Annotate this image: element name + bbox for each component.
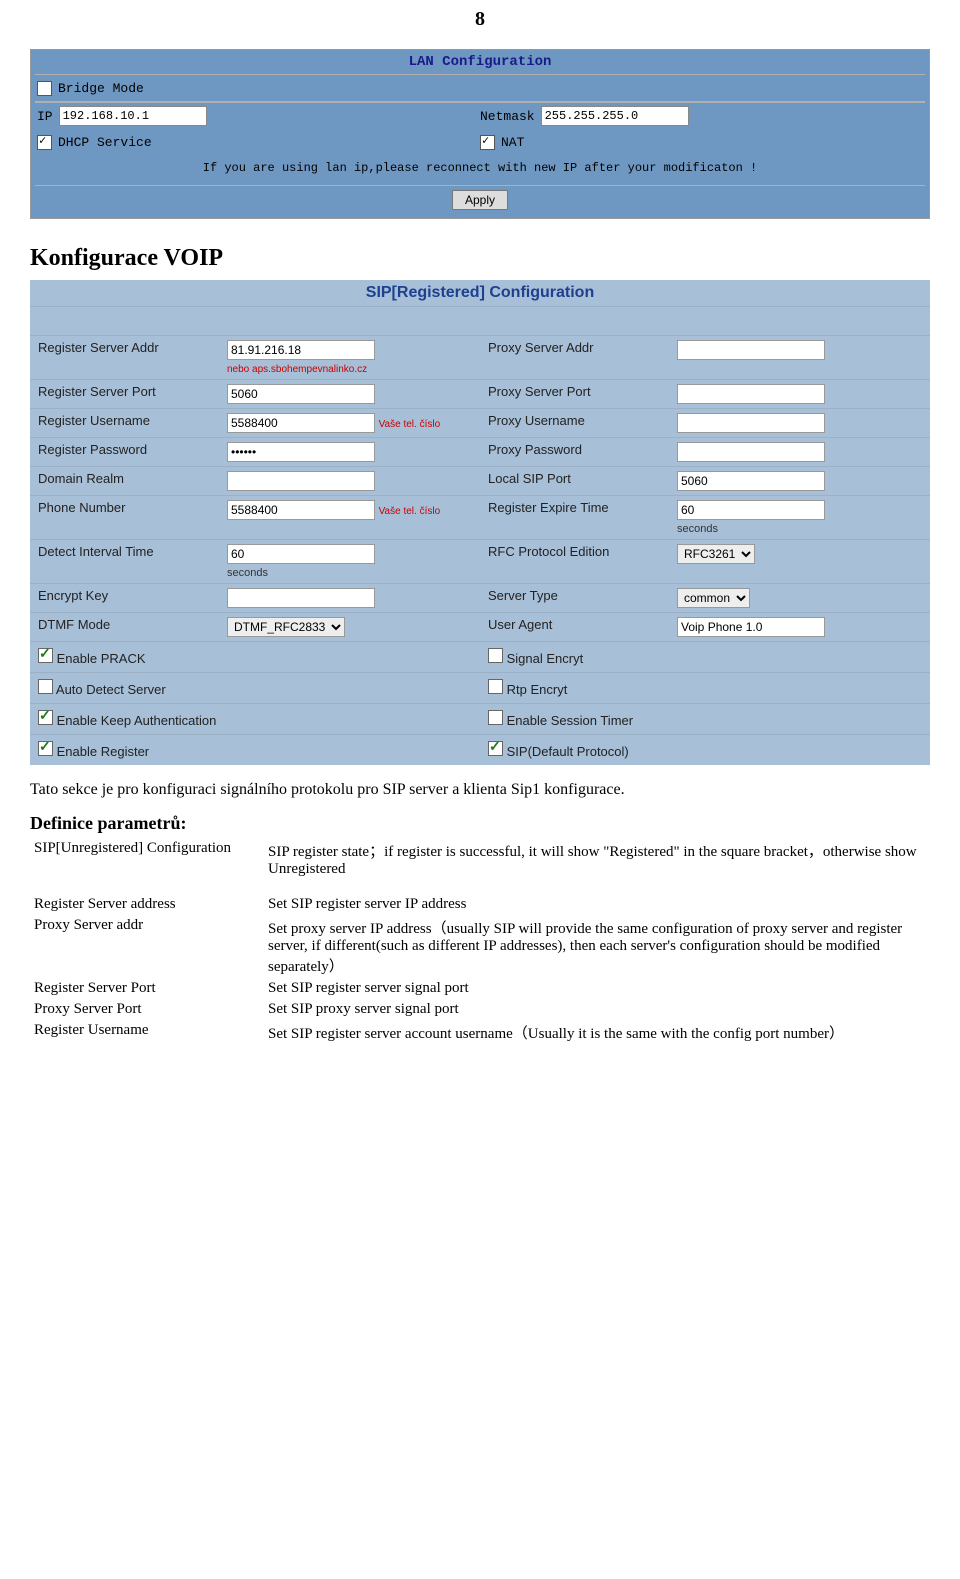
definitions-heading: Definice parametrů: bbox=[30, 813, 930, 834]
def-key: Proxy Server Port bbox=[30, 999, 264, 1020]
reg-pass-input[interactable] bbox=[227, 442, 375, 462]
proxy-pass-input[interactable] bbox=[677, 442, 825, 462]
def-key: Register Server Port bbox=[30, 978, 264, 999]
bridge-mode-checkbox[interactable] bbox=[37, 81, 52, 96]
def-key: Register Username bbox=[30, 1020, 264, 1045]
seconds-label2: seconds bbox=[227, 567, 268, 579]
sip-config-panel: SIP[Registered] Configuration Register S… bbox=[30, 280, 930, 765]
dhcp-label: DHCP Service bbox=[58, 135, 152, 150]
expire-label: Register Expire Time bbox=[480, 496, 669, 540]
def-key: SIP[Unregistered] Configuration bbox=[30, 838, 264, 880]
voip-heading: Konfigurace VOIP bbox=[30, 245, 930, 272]
localsip-input[interactable] bbox=[677, 471, 825, 491]
keep-auth-checkbox[interactable] bbox=[38, 710, 53, 725]
page-number: 8 bbox=[30, 8, 930, 31]
detect-input[interactable] bbox=[227, 544, 375, 564]
proxy-addr-input[interactable] bbox=[677, 340, 825, 360]
reg-user-label: Register Username bbox=[30, 409, 219, 438]
proxy-user-input[interactable] bbox=[677, 413, 825, 433]
ua-label: User Agent bbox=[480, 613, 669, 642]
phone-label: Phone Number bbox=[30, 496, 219, 540]
ip-label: IP bbox=[37, 109, 53, 124]
enable-register-checkbox[interactable] bbox=[38, 741, 53, 756]
auto-detect-checkbox[interactable] bbox=[38, 679, 53, 694]
servertype-label: Server Type bbox=[480, 584, 669, 613]
lan-config-panel: LAN Configuration Bridge Mode IP Netmask… bbox=[30, 49, 930, 219]
rfc-select[interactable]: RFC3261 bbox=[677, 544, 755, 564]
sip-title: SIP[Registered] Configuration bbox=[30, 280, 930, 306]
sip-default-checkbox[interactable] bbox=[488, 741, 503, 756]
signal-encrypt-checkbox[interactable] bbox=[488, 648, 503, 663]
def-val: Set SIP proxy server signal port bbox=[264, 999, 930, 1020]
reg-pass-label: Register Password bbox=[30, 438, 219, 467]
rfc-label: RFC Protocol Edition bbox=[480, 540, 669, 584]
def-val: Set proxy server IP address（usually SIP … bbox=[264, 915, 930, 978]
ip-input[interactable] bbox=[59, 106, 207, 126]
bridge-mode-label: Bridge Mode bbox=[58, 81, 144, 96]
def-val: Set SIP register server signal port bbox=[264, 978, 930, 999]
dtmf-label: DTMF Mode bbox=[30, 613, 219, 642]
enable-prack-checkbox[interactable] bbox=[38, 648, 53, 663]
rtp-encrypt-checkbox[interactable] bbox=[488, 679, 503, 694]
proxy-port-input[interactable] bbox=[677, 384, 825, 404]
expire-input[interactable] bbox=[677, 500, 825, 520]
netmask-label: Netmask bbox=[480, 109, 535, 124]
encrypt-input[interactable] bbox=[227, 588, 375, 608]
dhcp-checkbox[interactable]: ✓ bbox=[37, 135, 52, 150]
netmask-input[interactable] bbox=[541, 106, 689, 126]
sip-default-label: SIP(Default Protocol) bbox=[507, 744, 629, 759]
reg-port-input[interactable] bbox=[227, 384, 375, 404]
session-timer-checkbox[interactable] bbox=[488, 710, 503, 725]
nat-checkbox[interactable]: ✓ bbox=[480, 135, 495, 150]
reg-addr-input[interactable] bbox=[227, 340, 375, 360]
tel-note2: Vaše tel. číslo bbox=[379, 506, 441, 517]
def-val: Set SIP register server IP address bbox=[264, 894, 930, 915]
tel-note: Vaše tel. číslo bbox=[379, 419, 441, 430]
phone-input[interactable] bbox=[227, 500, 375, 520]
encrypt-label: Encrypt Key bbox=[30, 584, 219, 613]
session-timer-label: Enable Session Timer bbox=[507, 713, 633, 728]
proxy-pass-label: Proxy Password bbox=[480, 438, 669, 467]
detect-label: Detect Interval Time bbox=[30, 540, 219, 584]
enable-register-label: Enable Register bbox=[57, 744, 150, 759]
def-key: Register Server address bbox=[30, 894, 264, 915]
reg-port-label: Register Server Port bbox=[30, 380, 219, 409]
definitions-table: SIP[Unregistered] ConfigurationSIP regis… bbox=[30, 838, 930, 1045]
intro-paragraph: Tato sekce je pro konfiguraci signálního… bbox=[30, 781, 930, 799]
localsip-label: Local SIP Port bbox=[480, 467, 669, 496]
dtmf-select[interactable]: DTMF_RFC2833 bbox=[227, 617, 345, 637]
seconds-label: seconds bbox=[677, 523, 718, 535]
reg-addr-label: Register Server Addr bbox=[30, 336, 219, 380]
nat-label: NAT bbox=[501, 135, 524, 150]
domain-label: Domain Realm bbox=[30, 467, 219, 496]
domain-input[interactable] bbox=[227, 471, 375, 491]
lan-note: If you are using lan ip,please reconnect… bbox=[31, 155, 929, 185]
proxy-port-label: Proxy Server Port bbox=[480, 380, 669, 409]
enable-prack-label: Enable PRACK bbox=[57, 651, 146, 666]
signal-encrypt-label: Signal Encryt bbox=[507, 651, 584, 666]
apply-button[interactable]: Apply bbox=[452, 190, 508, 210]
proxy-user-label: Proxy Username bbox=[480, 409, 669, 438]
auto-detect-label: Auto Detect Server bbox=[56, 682, 166, 697]
reg-user-input[interactable] bbox=[227, 413, 375, 433]
def-val: Set SIP register server account username… bbox=[264, 1020, 930, 1045]
def-val: SIP register state；if register is succes… bbox=[264, 838, 930, 880]
proxy-addr-label: Proxy Server Addr bbox=[480, 336, 669, 380]
keep-auth-label: Enable Keep Authentication bbox=[57, 713, 217, 728]
servertype-select[interactable]: common bbox=[677, 588, 750, 608]
reg-addr-note: nebo aps.sbohempevnalinko.cz bbox=[227, 364, 367, 375]
def-key: Proxy Server addr bbox=[30, 915, 264, 978]
lan-title: LAN Configuration bbox=[31, 50, 929, 74]
rtp-encrypt-label: Rtp Encryt bbox=[507, 682, 568, 697]
ua-input[interactable] bbox=[677, 617, 825, 637]
